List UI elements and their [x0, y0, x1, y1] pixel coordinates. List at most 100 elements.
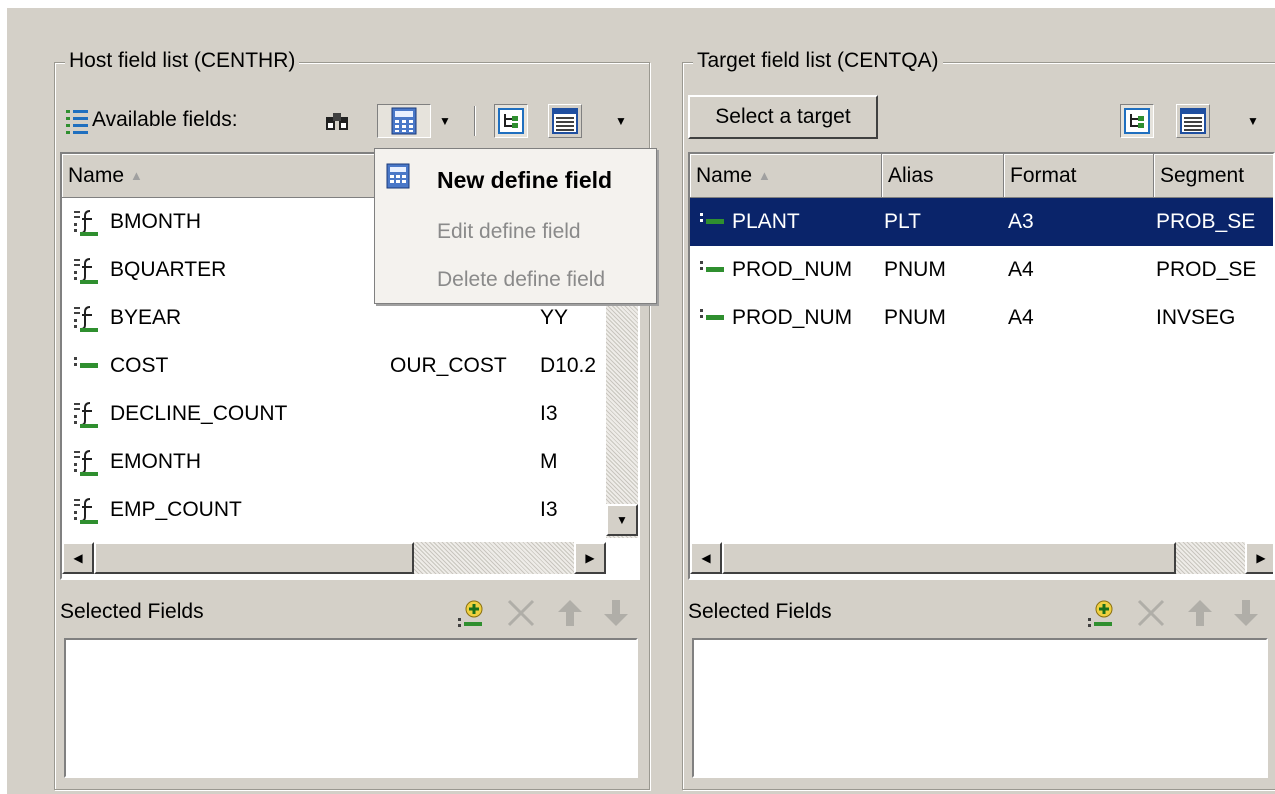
row-icon [72, 390, 102, 438]
scroll-track[interactable] [1176, 542, 1245, 574]
field-icon [700, 309, 724, 320]
list-view-icon [1180, 108, 1206, 134]
scroll-right-button[interactable]: ▶ [1245, 542, 1273, 574]
cell-format: A4 [1008, 306, 1034, 329]
row-icon [72, 342, 102, 390]
arrow-right-icon: ▶ [585, 551, 595, 565]
define-field-icon [74, 258, 98, 284]
cell-format: A3 [1008, 210, 1034, 233]
cell-segment: PROB_SE [1156, 210, 1256, 233]
add-field-icon[interactable] [456, 598, 486, 630]
row-icon [698, 198, 728, 246]
row-icon [72, 438, 102, 486]
menu-new-define-field[interactable]: New define field [437, 155, 612, 205]
cell-name: PROD_NUM [732, 258, 853, 281]
cell-name: BMONTH [110, 210, 201, 233]
field-icon [700, 213, 724, 224]
left-border [0, 0, 7, 794]
arrow-right-icon: ▶ [1256, 551, 1266, 565]
calculator-icon [386, 163, 410, 189]
column-header-format[interactable]: Format [1004, 154, 1154, 198]
define-field-dropdown[interactable]: ▼ [436, 104, 454, 138]
table-row[interactable]: COST OUR_COST D10.2 [62, 342, 606, 390]
sort-ascending-icon: ▲ [130, 168, 143, 183]
available-fields-label: Available fields: [92, 108, 238, 131]
menu-delete-define-field[interactable]: Delete define field [437, 255, 605, 305]
row-icon [72, 294, 102, 342]
table-row[interactable]: PROD_NUM PNUM A4 PROD_SE [690, 246, 1273, 294]
chevron-down-icon: ▼ [1247, 114, 1259, 128]
find-binoculars-button[interactable] [320, 104, 354, 138]
scroll-thumb[interactable] [722, 542, 1176, 574]
target-horizontal-scrollbar[interactable]: ◀ ▶ [690, 542, 1273, 574]
host-selected-fields-label: Selected Fields [60, 600, 204, 623]
top-border [0, 0, 1275, 8]
column-header-segment[interactable]: Segment [1154, 154, 1273, 198]
sort-ascending-icon: ▲ [758, 168, 771, 183]
define-field-icon [74, 210, 98, 236]
cell-alias: OUR_COST [390, 354, 507, 377]
list-view-icon [552, 108, 578, 134]
table-row[interactable]: PROD_NUM PNUM A4 INVSEG [690, 294, 1273, 342]
view-dropdown[interactable]: ▼ [612, 104, 630, 138]
available-fields-icon [66, 110, 88, 134]
host-horizontal-scrollbar[interactable]: ◀ ▶ [62, 542, 606, 574]
column-header-name[interactable]: Name ▲ [62, 154, 382, 198]
cell-name: PLANT [732, 210, 800, 233]
scroll-left-button[interactable]: ◀ [62, 542, 94, 574]
column-label: Format [1010, 163, 1077, 187]
move-down-icon[interactable] [1232, 598, 1260, 628]
row-icon [72, 486, 102, 534]
target-view-dropdown[interactable]: ▼ [1244, 104, 1262, 138]
define-field-menu: New define field Edit define field Delet… [374, 148, 657, 304]
target-list-view-button[interactable] [1176, 104, 1210, 138]
target-tree-view-button[interactable] [1120, 104, 1154, 138]
define-field-icon [74, 402, 98, 428]
table-row[interactable]: EMONTH M [62, 438, 606, 486]
select-target-button[interactable]: Select a target [688, 95, 878, 139]
tree-view-button[interactable] [494, 104, 528, 138]
move-up-icon[interactable] [1186, 598, 1214, 628]
cell-name: BQUARTER [110, 258, 227, 281]
field-icon [74, 357, 98, 368]
binoculars-icon [326, 113, 348, 130]
table-row[interactable]: DECLINE_COUNT I3 [62, 390, 606, 438]
scroll-left-button[interactable]: ◀ [690, 542, 722, 574]
target-selected-fields-list[interactable] [692, 638, 1268, 778]
host-selected-fields-list[interactable] [64, 638, 638, 778]
tree-view-icon [498, 108, 524, 134]
cell-format: I3 [540, 498, 558, 521]
cell-name: EMP_COUNT [110, 498, 242, 521]
move-down-icon[interactable] [602, 598, 630, 628]
arrow-left-icon: ◀ [701, 551, 711, 565]
cell-name: COST [110, 354, 169, 377]
row-icon [698, 246, 728, 294]
cell-format: A4 [1008, 258, 1034, 281]
scroll-track[interactable] [414, 542, 574, 574]
target-panel-title: Target field list (CENTQA) [693, 49, 943, 73]
table-row[interactable]: EMP_COUNT I3 [62, 486, 606, 534]
remove-field-icon[interactable] [1136, 598, 1166, 628]
column-header-alias[interactable]: Alias [882, 154, 1004, 198]
table-row[interactable]: PLANT PLT A3 PROB_SE [690, 198, 1273, 246]
column-header-name[interactable]: Name ▲ [690, 154, 882, 198]
cell-name: BYEAR [110, 306, 182, 329]
list-view-button[interactable] [548, 104, 582, 138]
tree-view-icon [1124, 108, 1150, 134]
toolbar-separator [474, 106, 476, 136]
remove-field-icon[interactable] [506, 598, 536, 628]
cell-alias: PLT [884, 210, 921, 233]
define-field-icon [74, 450, 98, 476]
column-label: Segment [1160, 163, 1245, 187]
scroll-right-button[interactable]: ▶ [574, 542, 606, 574]
scroll-down-button[interactable]: ▼ [606, 504, 638, 536]
move-up-icon[interactable] [556, 598, 584, 628]
target-selected-fields-label: Selected Fields [688, 600, 832, 623]
define-field-button[interactable] [377, 104, 431, 138]
cell-format: M [540, 450, 558, 473]
scroll-thumb[interactable] [94, 542, 414, 574]
menu-edit-define-field[interactable]: Edit define field [437, 207, 581, 257]
cell-name: DECLINE_COUNT [110, 402, 288, 425]
target-field-listview[interactable]: Name ▲ Alias Format Segment PLANT PLT A3 PR… [688, 152, 1275, 580]
add-field-icon[interactable] [1086, 598, 1116, 630]
